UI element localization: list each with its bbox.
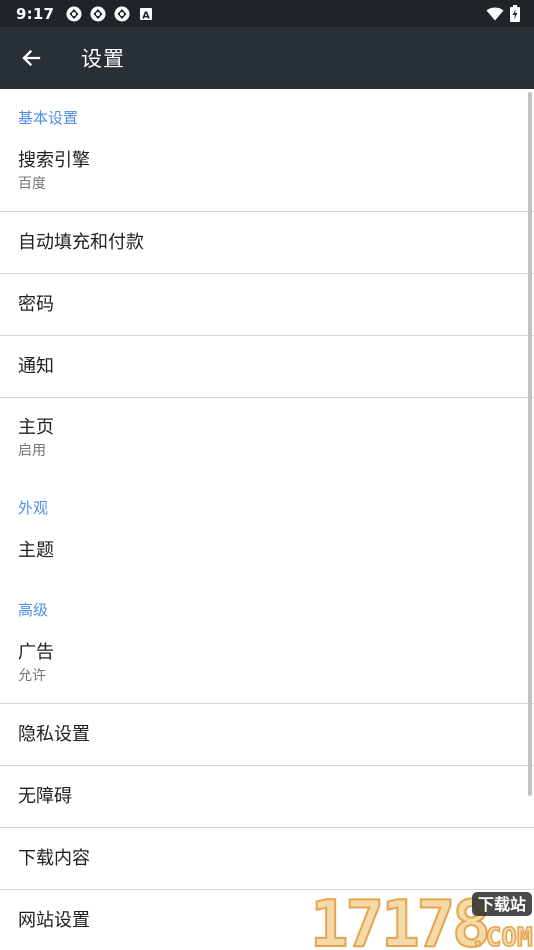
setting-notifications[interactable]: 通知 bbox=[0, 336, 534, 398]
setting-search-engine[interactable]: 搜索引擎 百度 bbox=[0, 131, 534, 212]
setting-title: 主题 bbox=[18, 540, 54, 561]
setting-homepage[interactable]: 主页 启用 bbox=[0, 398, 534, 479]
setting-autofill-payments[interactable]: 自动填充和付款 bbox=[0, 212, 534, 274]
watermark-domain: .COM bbox=[470, 923, 533, 950]
section-header-appearance: 外观 bbox=[18, 499, 49, 517]
watermark-logo: 17178 下载站 .COM bbox=[309, 888, 533, 950]
app-notification-icon bbox=[114, 6, 130, 21]
page-title: 设置 bbox=[81, 47, 125, 71]
setting-title: 通知 bbox=[18, 355, 54, 377]
setting-ads[interactable]: 广告 允许 bbox=[0, 623, 534, 704]
watermark-numbers: 17178 bbox=[310, 888, 488, 950]
setting-downloads[interactable]: 下载内容 bbox=[0, 828, 534, 890]
setting-title: 广告 bbox=[18, 641, 54, 663]
setting-privacy[interactable]: 隐私设置 bbox=[0, 704, 534, 766]
setting-subtitle: 允许 bbox=[18, 667, 46, 684]
setting-title: 自动填充和付款 bbox=[18, 231, 144, 253]
a-badge-icon: A bbox=[140, 7, 153, 21]
setting-title: 搜索引擎 bbox=[18, 149, 90, 171]
status-bar: 9:17 A bbox=[0, 0, 534, 27]
setting-subtitle: 百度 bbox=[18, 175, 46, 192]
wifi-icon bbox=[486, 7, 504, 20]
section-header-basic: 基本设置 bbox=[18, 109, 79, 127]
setting-passwords[interactable]: 密码 bbox=[0, 274, 534, 336]
scrollbar[interactable] bbox=[528, 92, 532, 796]
app-notification-icon bbox=[66, 6, 82, 21]
arrow-left-icon bbox=[22, 49, 41, 67]
setting-theme[interactable]: 主题 bbox=[0, 521, 534, 581]
battery-charging-icon bbox=[510, 5, 520, 22]
setting-title: 主页 bbox=[18, 417, 54, 438]
app-bar: 设置 bbox=[0, 27, 534, 89]
setting-title: 下载内容 bbox=[18, 847, 90, 869]
settings-list[interactable]: 基本设置 搜索引擎 百度 自动填充和付款 密码 通知 主页 启用 外观 主题 高… bbox=[0, 89, 534, 950]
setting-title: 无障碍 bbox=[18, 785, 72, 807]
setting-subtitle: 启用 bbox=[18, 443, 46, 459]
back-button[interactable] bbox=[0, 27, 62, 89]
section-header-advanced: 高级 bbox=[18, 601, 49, 619]
app-notification-icon bbox=[90, 6, 106, 21]
system-icons bbox=[486, 5, 520, 22]
a-badge-letter: A bbox=[142, 10, 150, 21]
watermark-tag: 下载站 bbox=[478, 895, 526, 914]
setting-accessibility[interactable]: 无障碍 bbox=[0, 766, 534, 828]
setting-title: 密码 bbox=[18, 293, 54, 315]
setting-title: 隐私设置 bbox=[18, 723, 90, 745]
status-time: 9:17 bbox=[16, 4, 55, 23]
notification-icons: A bbox=[66, 6, 154, 22]
